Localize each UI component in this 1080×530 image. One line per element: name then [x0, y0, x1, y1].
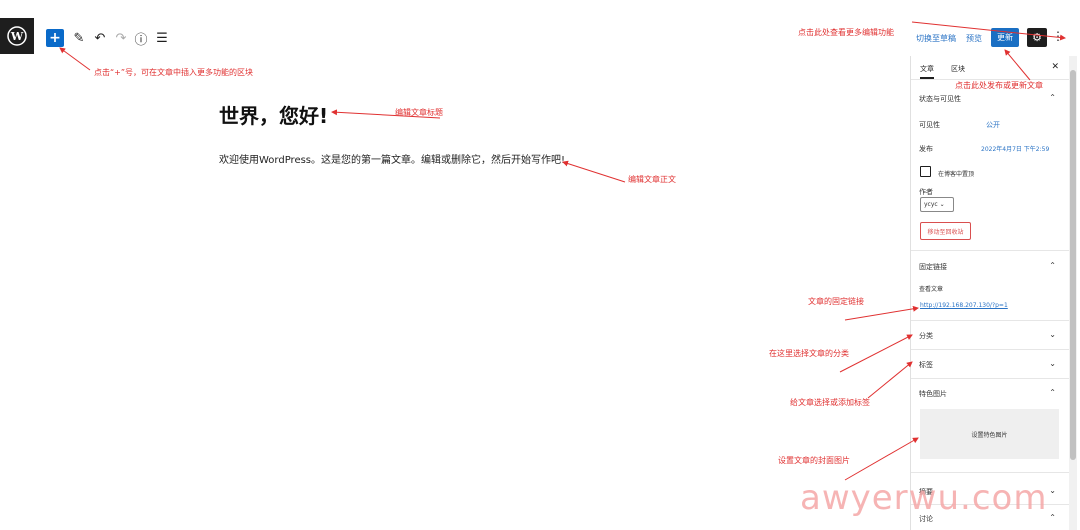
switch-to-draft-button[interactable]: 切换至草稿 [916, 33, 956, 44]
sticky-checkbox[interactable] [920, 166, 931, 177]
annotation-publish-update: 点击此处发布或更新文章 [955, 81, 1043, 90]
publish-date-value[interactable]: 2022年4月7日 下午2:59 [981, 144, 1049, 153]
divider [911, 472, 1069, 473]
annotation-more-features: 点击此处查看更多编辑功能 [798, 28, 894, 37]
visibility-value[interactable]: 公开 [986, 120, 1000, 130]
undo-icon[interactable]: ↶ [91, 29, 109, 47]
annotation-add-block: 点击“+”号，可在文章中插入更多功能的区块 [94, 68, 253, 77]
post-body-paragraph[interactable]: 欢迎使用WordPress。这是您的第一篇文章。编辑或删除它，然后开始写作吧! [219, 151, 565, 166]
annotation-edit-body: 编辑文章正文 [628, 175, 676, 184]
sidebar-tabs: 文章 区块 ✕ [911, 56, 1069, 80]
chevron-up-icon[interactable]: ⌃ [1049, 388, 1056, 397]
sidebar-scrollbar-thumb[interactable] [1070, 70, 1076, 460]
view-post-label: 查看文章 [919, 286, 944, 293]
annotation-cover: 设置文章的封面图片 [778, 456, 850, 465]
annotation-permalink: 文章的固定链接 [808, 297, 864, 306]
preview-button[interactable]: 预览 [966, 33, 982, 44]
add-block-button[interactable]: + [46, 29, 64, 47]
list-view-icon[interactable]: ☰ [153, 29, 171, 47]
visibility-label: 可见性 [919, 121, 940, 129]
chevron-down-icon[interactable]: ⌄ [1049, 359, 1056, 368]
arrow-edit-body [562, 160, 626, 183]
chevron-down-icon[interactable]: ⌄ [1049, 330, 1056, 339]
publish-label: 发布 [919, 145, 933, 153]
watermark: awyerwu.com [800, 478, 1048, 518]
move-to-trash-button[interactable]: 移动至回收站 [920, 222, 971, 240]
sticky-label: 在博客中置顶 [938, 171, 975, 178]
featured-image-heading[interactable]: 特色图片 [919, 389, 947, 399]
close-icon[interactable]: ✕ [1051, 62, 1059, 72]
divider [911, 320, 1069, 321]
annotation-tags: 给文章选择或添加标签 [790, 398, 870, 407]
arrow-tags [867, 361, 913, 399]
tags-heading[interactable]: 标签 [919, 360, 933, 370]
divider [911, 378, 1069, 379]
more-options-icon[interactable]: ⋮ [1052, 29, 1064, 43]
wordpress-logo-icon[interactable]: W [0, 18, 34, 54]
arrow-category [839, 334, 913, 373]
chevron-up-icon[interactable]: ⌃ [1049, 93, 1056, 102]
author-select[interactable]: ycyc ⌄ [920, 197, 954, 212]
chevron-down-icon[interactable]: ⌄ [1049, 486, 1056, 495]
divider [911, 349, 1069, 350]
author-label: 作者 [919, 188, 933, 196]
redo-icon[interactable]: ↷ [112, 29, 130, 47]
pen-tool-icon[interactable]: ✎ [70, 29, 88, 47]
chevron-up-icon[interactable]: ⌃ [1049, 261, 1056, 270]
info-icon[interactable]: ⓘ [132, 29, 150, 48]
annotation-category: 在这里选择文章的分类 [769, 349, 849, 358]
categories-heading[interactable]: 分类 [919, 331, 933, 341]
arrow-cover [844, 437, 919, 481]
divider [911, 250, 1069, 251]
permalink-heading[interactable]: 固定链接 [919, 262, 947, 272]
annotation-edit-title: 编辑文章标题 [395, 108, 443, 117]
update-button[interactable]: 更新 [991, 28, 1019, 47]
post-title[interactable]: 世界，您好! [219, 100, 328, 129]
set-featured-image-button[interactable]: 设置特色图片 [920, 409, 1059, 459]
settings-sidebar: 文章 区块 ✕ 状态与可见性 ⌃ 可见性 公开 发布 2022年4月7日 下午2… [910, 56, 1069, 530]
tab-post[interactable]: 文章 [920, 64, 934, 79]
status-visibility-heading[interactable]: 状态与可见性 [919, 94, 961, 104]
chevron-up-icon[interactable]: ⌃ [1049, 513, 1056, 522]
tab-block[interactable]: 区块 [951, 64, 965, 74]
svg-text:W: W [10, 30, 24, 43]
settings-gear-icon[interactable]: ⚙ [1027, 28, 1047, 47]
arrow-permalink [844, 305, 919, 321]
permalink-url-link[interactable]: http://192.168.207.130/?p=1 [920, 302, 1008, 309]
